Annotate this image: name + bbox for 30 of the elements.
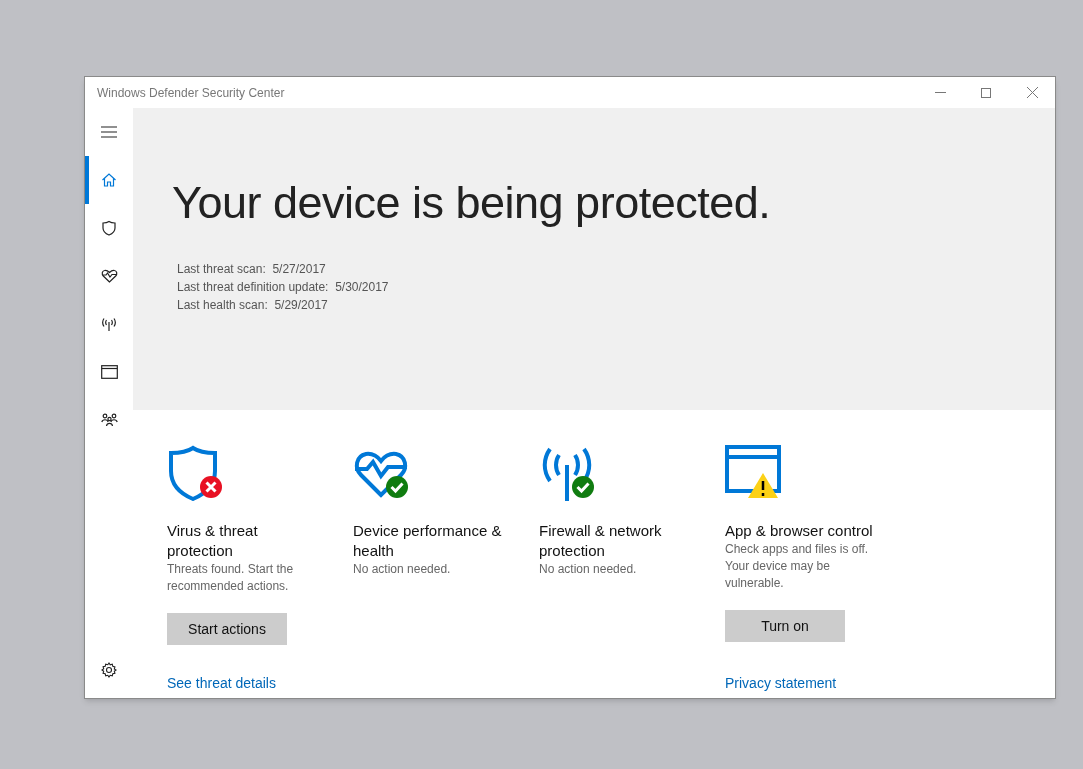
card-description: Threats found. Start the recommended actions. (167, 561, 295, 595)
card-description: No action needed. (353, 561, 452, 578)
card-description: No action needed. (539, 561, 638, 578)
action-button[interactable]: Start actions (167, 613, 287, 645)
card-title: App & browser control (725, 521, 874, 541)
antenna-icon (101, 316, 117, 332)
heart-pulse-icon (100, 268, 118, 284)
browser-window-icon-warning-icon (725, 445, 781, 501)
minimize-icon (934, 92, 946, 93)
maximize-icon (981, 87, 991, 98)
scan-detail: Last threat definition update: 5/30/2017 (177, 279, 390, 296)
card-link[interactable]: Privacy statement (725, 673, 837, 694)
card-title: Device performance & health (353, 521, 503, 561)
close-icon (1026, 87, 1038, 98)
card-link[interactable]: See threat details (167, 673, 276, 694)
home-icon (101, 172, 117, 188)
shield-icon-error-icon (167, 445, 223, 501)
settings-icon (101, 662, 117, 678)
protection-heading: Your device is being protected. (172, 176, 772, 230)
card-title: Virus & threat protection (167, 521, 259, 561)
scan-detail: Last health scan: 5/29/2017 (177, 297, 329, 314)
action-button[interactable]: Turn on (725, 610, 845, 642)
window-title: Windows Defender Security Center (97, 84, 286, 102)
shield-icon (101, 220, 117, 236)
menu-icon (101, 126, 117, 138)
people-icon (100, 413, 118, 427)
card-title: Firewall & network protection (539, 521, 663, 561)
card-description: Check apps and files is off. Your device may be vulnerable. (725, 541, 870, 592)
scan-detail: Last threat scan: 5/27/2017 (177, 261, 327, 278)
browser-window-icon (100, 365, 118, 379)
